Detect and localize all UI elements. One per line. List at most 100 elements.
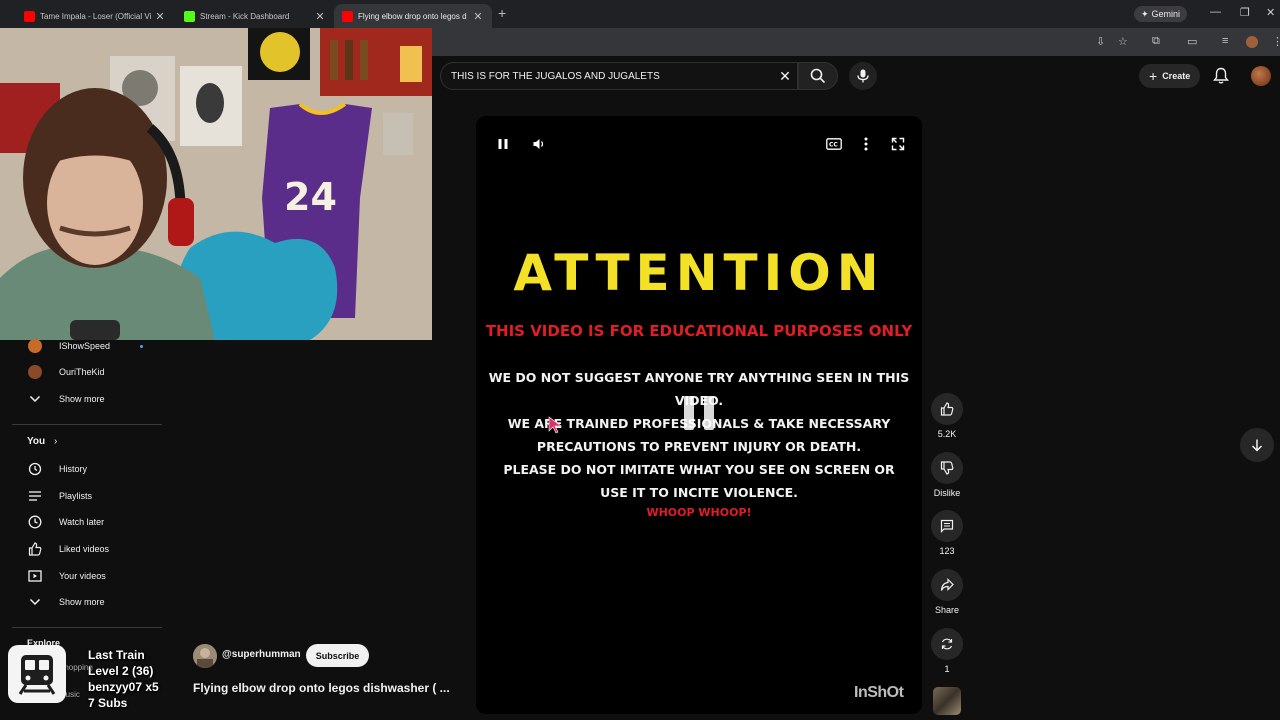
share-label: Share <box>934 605 960 615</box>
create-button[interactable]: + Create <box>1139 64 1201 88</box>
close-icon[interactable]: ✕ <box>314 10 326 23</box>
youtube-icon <box>24 10 35 22</box>
more-menu-icon[interactable]: ⋮ <box>1272 35 1280 48</box>
sidebar-item-label: Liked videos <box>59 544 110 554</box>
sidebar-item-your-videos[interactable]: Your videos <box>0 565 166 587</box>
new-tab-icon[interactable]: + <box>498 5 506 21</box>
you-section-heading[interactable]: You › <box>27 436 57 447</box>
sidebar-item-watch-later[interactable]: Watch later <box>0 511 166 533</box>
search-input[interactable]: THIS IS FOR THE JUGALOS AND JUGALETS ✕ <box>440 62 798 90</box>
voice-search-button[interactable] <box>849 62 877 90</box>
sidebar-item-label: Your videos <box>59 571 106 581</box>
sidebar-item-history[interactable]: History <box>0 458 166 480</box>
sidebar-divider <box>12 424 162 425</box>
svg-text:24: 24 <box>284 175 337 219</box>
dislike-button[interactable]: Dislike <box>930 452 964 498</box>
sidebar-item-ourithekid[interactable]: OuriTheKid <box>0 361 166 383</box>
account-avatar[interactable] <box>1251 66 1271 86</box>
close-window-icon[interactable]: ✕ <box>1266 6 1275 19</box>
bookmark-star-icon[interactable]: ☆ <box>1118 35 1128 48</box>
subscribe-button[interactable]: Subscribe <box>306 644 369 667</box>
extensions-icon[interactable]: ⧉ <box>1152 35 1160 48</box>
gemini-button[interactable]: ✦ Gemini <box>1134 6 1188 22</box>
show-more-you[interactable]: Show more <box>0 591 166 613</box>
comment-icon <box>931 510 963 542</box>
sidebar-item-label: Playlists <box>59 491 93 501</box>
microphone-icon <box>857 69 869 83</box>
remix-button[interactable]: 1 <box>930 628 964 674</box>
clear-search-icon[interactable]: ✕ <box>773 68 797 85</box>
tab-title: Stream - Kick Dashboard <box>200 11 290 21</box>
thumbs-up-icon <box>931 393 963 425</box>
video-body-line: USE IT TO INCITE VIOLENCE. <box>600 485 798 500</box>
channel-avatar <box>28 365 42 379</box>
inshot-watermark: InShOt <box>854 684 904 701</box>
tab-tame-impala[interactable]: Tame Impala - Loser (Official Vi ✕ <box>16 4 174 28</box>
fullscreen-button[interactable] <box>888 134 908 154</box>
tab-kick-dashboard[interactable]: Stream - Kick Dashboard ✕ <box>176 4 334 28</box>
thumbs-up-icon <box>28 542 42 556</box>
alert-line: Level 2 (36) <box>88 664 154 678</box>
pause-button[interactable] <box>493 134 513 154</box>
video-body-line: PRECAUTIONS TO PREVENT INJURY OR DEATH. <box>536 439 862 454</box>
show-more-label: Show more <box>59 597 105 607</box>
sidebar-item-playlists[interactable]: Playlists <box>0 485 166 507</box>
video-body-line: PLEASE DO NOT IMITATE WHAT YOU SEE ON SC… <box>503 462 895 477</box>
close-icon[interactable]: ✕ <box>472 10 484 23</box>
plus-icon: + <box>1149 68 1158 84</box>
share-button[interactable]: Share <box>930 569 964 615</box>
thumbs-down-icon <box>931 452 963 484</box>
live-indicator <box>140 345 143 348</box>
svg-text:CC: CC <box>829 142 838 149</box>
arrow-down-icon <box>1251 439 1263 452</box>
video-subheading-text: THIS VIDEO IS FOR EDUCATIONAL PURPOSES O… <box>485 322 913 340</box>
search-icon <box>810 68 826 84</box>
sound-thumbnail[interactable] <box>933 687 961 715</box>
more-options-button[interactable] <box>856 134 876 154</box>
sidebar-item-label: OuriTheKid <box>59 367 105 377</box>
tab-title: Flying elbow drop onto legos d <box>358 11 467 21</box>
mouse-cursor-icon <box>548 416 564 439</box>
search-button[interactable] <box>798 62 838 90</box>
video-title[interactable]: Flying elbow drop onto legos dishwasher … <box>193 681 450 695</box>
close-icon[interactable]: ✕ <box>154 10 166 23</box>
volume-button[interactable] <box>529 134 549 154</box>
youtube-icon <box>342 10 353 22</box>
video-body-text: WE DO NOT SUGGEST ANYONE TRY ANYTHING SE… <box>476 366 922 504</box>
like-button[interactable]: 5.2K <box>930 393 964 439</box>
expand-icon <box>891 137 905 151</box>
gemini-label: Gemini <box>1151 9 1181 19</box>
pause-icon <box>498 139 508 149</box>
clock-icon <box>28 515 42 529</box>
next-video-button[interactable] <box>1240 428 1274 462</box>
sparkle-icon: ✦ <box>1141 8 1149 19</box>
comments-button[interactable]: 123 <box>930 510 964 556</box>
restore-icon[interactable]: ❐ <box>1240 6 1250 19</box>
sidebar-item-label: History <box>59 464 88 474</box>
show-more-subscriptions[interactable]: Show more <box>0 388 166 410</box>
sidebar-item-label: Watch later <box>59 517 105 527</box>
volume-icon <box>533 139 544 149</box>
tab-flying-elbow-drop[interactable]: Flying elbow drop onto legos d ✕ <box>334 4 492 28</box>
video-footer-text: WHOOP WHOOP! <box>646 506 752 519</box>
channel-avatar[interactable] <box>193 644 217 668</box>
tab-search-icon[interactable]: ▭ <box>1187 35 1197 48</box>
sidebar-item-liked-videos[interactable]: Liked videos <box>0 538 166 560</box>
reading-list-icon[interactable]: ≡ <box>1222 35 1228 47</box>
notifications-button[interactable] <box>1213 67 1229 90</box>
alert-line: benzyy07 x5 <box>88 680 159 694</box>
webcam-overlay: 24 <box>0 28 432 340</box>
train-icon <box>8 645 66 703</box>
alert-line: Last Train <box>88 648 145 662</box>
profile-avatar[interactable] <box>1246 36 1258 48</box>
shorts-video-player[interactable]: CC ATTENTION THIS VIDEO IS FOR EDUCATION… <box>476 116 922 714</box>
minimize-icon[interactable]: — <box>1210 6 1221 18</box>
tab-title: Tame Impala - Loser (Official Vi <box>40 11 152 21</box>
webcam-feed-image: 24 <box>0 28 432 340</box>
comment-count: 123 <box>939 546 955 556</box>
share-icon <box>931 569 963 601</box>
channel-name[interactable]: @superhumman <box>222 649 301 660</box>
sidebar-item-ishowspeed[interactable]: IShowSpeed <box>0 335 166 357</box>
captions-button[interactable]: CC <box>824 134 844 154</box>
install-icon[interactable]: ⇩ <box>1096 35 1105 48</box>
